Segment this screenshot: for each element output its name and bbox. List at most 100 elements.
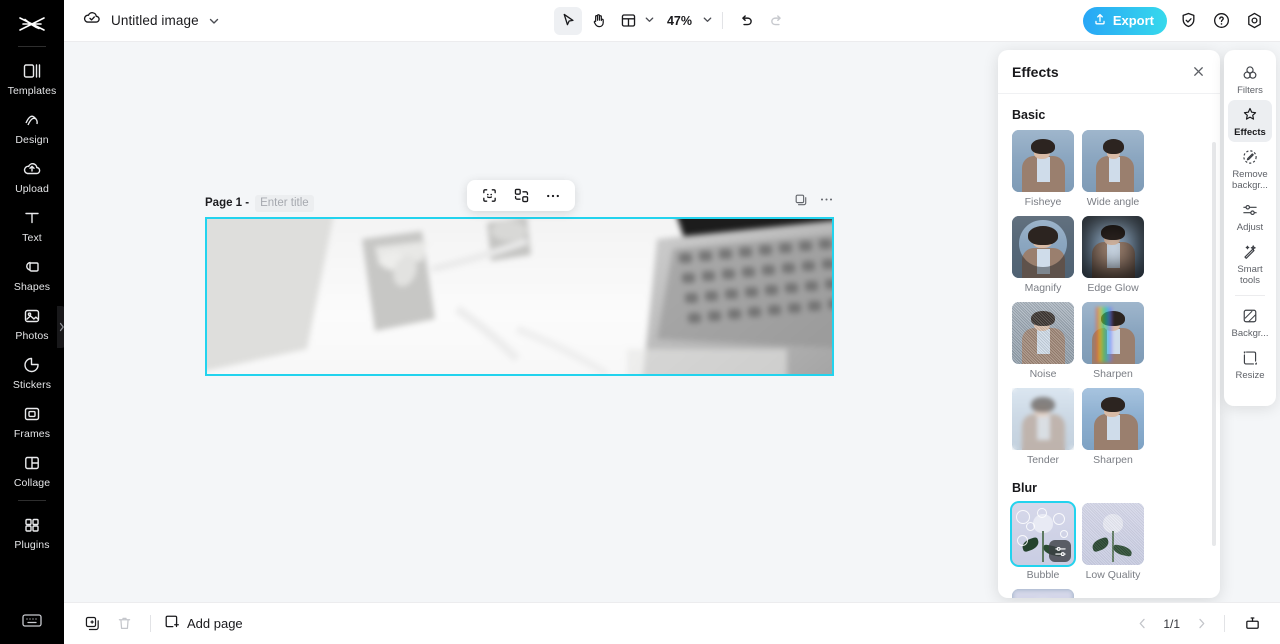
sidebar-label: Templates [7, 85, 57, 97]
effect-label: Edge Glow [1087, 282, 1139, 294]
effect-item-wide-angle[interactable]: Wide angle [1082, 130, 1144, 209]
effect-label: Wide angle [1086, 196, 1140, 208]
duplicate-icon[interactable] [78, 610, 106, 638]
adjust-icon[interactable] [1049, 540, 1071, 562]
bottom-divider-2 [1224, 615, 1225, 632]
effect-item-bubble[interactable]: Bubble [1012, 503, 1074, 582]
add-page-button[interactable]: Add page [163, 613, 243, 635]
undo-button[interactable] [732, 7, 760, 35]
effect-label: Magnify [1024, 282, 1062, 294]
right-item-resize[interactable]: Resize [1228, 343, 1272, 385]
effects-panel-scrollbar[interactable] [1212, 142, 1216, 546]
section-title-blur: Blur [1012, 481, 1037, 495]
select-tool-button[interactable] [553, 6, 582, 35]
effect-item-sharpen-2[interactable]: Sharpen [1082, 388, 1144, 467]
document-title-group[interactable]: Untitled image [82, 8, 220, 33]
chevron-left-icon[interactable] [1132, 614, 1152, 634]
capcut-logo[interactable] [12, 10, 52, 40]
right-item-smart-tools[interactable]: Smart tools [1228, 237, 1272, 290]
right-item-filters[interactable]: Filters [1228, 58, 1272, 100]
effect-item-low-quality[interactable]: Low Quality [1082, 503, 1144, 582]
chevron-down-icon[interactable] [208, 15, 220, 27]
effects-icon [1240, 105, 1260, 125]
hand-tool-button[interactable] [584, 7, 612, 35]
replace-shape-icon[interactable] [508, 183, 534, 209]
right-item-label: Effects [1234, 127, 1266, 138]
chevron-down-icon[interactable] [702, 12, 713, 30]
effects-panel-header: Effects [998, 50, 1220, 94]
sidebar-item-upload[interactable]: Upload [0, 151, 64, 200]
sidebar-item-shapes[interactable]: Shapes [0, 249, 64, 298]
sidebar-item-plugins[interactable]: Plugins [0, 507, 64, 556]
sidebar-item-templates[interactable]: Templates [0, 53, 64, 102]
right-toolbar: Filters Effects Remove backgr... Adjust … [1224, 50, 1276, 406]
text-icon [21, 207, 43, 229]
more-options-icon[interactable] [540, 183, 566, 209]
upload-icon [1093, 12, 1107, 29]
bottom-toolbar: Add page 1/1 [64, 602, 1280, 644]
rail-divider-2 [18, 500, 46, 501]
export-button[interactable]: Export [1082, 6, 1167, 35]
sidebar-item-design[interactable]: Design [0, 102, 64, 151]
canvas-image-content [207, 219, 832, 374]
section-title-basic: Basic [1012, 108, 1046, 122]
canvas-tools: 47% [553, 6, 790, 35]
right-item-background[interactable]: Backgr... [1228, 301, 1272, 343]
crop-select-icon[interactable] [476, 183, 502, 209]
canvas-image[interactable] [207, 219, 832, 374]
duplicate-page-icon[interactable] [794, 193, 808, 207]
effect-label: Fisheye [1024, 196, 1062, 208]
shield-icon[interactable] [1176, 9, 1200, 33]
bottom-right-group: 1/1 [1132, 610, 1266, 638]
effect-thumbnail [1012, 589, 1074, 598]
export-label: Export [1112, 13, 1154, 28]
effect-item-fisheye[interactable]: Fisheye [1012, 130, 1074, 209]
effect-item-noise[interactable]: Noise [1012, 302, 1074, 381]
keyboard-shortcuts-button[interactable] [19, 610, 45, 630]
sidebar-label: Collage [13, 477, 51, 489]
sidebar-item-frames[interactable]: Frames [0, 396, 64, 445]
effect-item-sharpen[interactable]: Sharpen [1082, 302, 1144, 381]
collage-icon [21, 452, 43, 474]
plugins-icon [21, 514, 43, 536]
layout-tool-button[interactable] [614, 7, 655, 35]
page-title-input[interactable]: Enter title [255, 194, 314, 212]
trash-icon[interactable] [110, 610, 138, 638]
right-item-label: Remove backgr... [1232, 169, 1268, 191]
page-canvas-frame[interactable] [205, 217, 834, 376]
effects-panel-body[interactable]: Basic Fisheye Wide angle Magnify Edge Gl… [998, 94, 1220, 598]
zoom-level[interactable]: 47% [665, 14, 694, 28]
layout-icon[interactable] [614, 7, 642, 35]
left-sidebar: Templates Design Upload Text Shapes Phot… [0, 0, 64, 644]
sidebar-item-photos[interactable]: Photos [0, 298, 64, 347]
zoom-control[interactable]: 47% [665, 12, 713, 30]
present-icon[interactable] [1238, 610, 1266, 638]
redo-button[interactable] [762, 7, 790, 35]
sidebar-label: Plugins [14, 539, 50, 551]
effect-thumbnail [1012, 503, 1074, 565]
settings-icon[interactable] [1242, 9, 1266, 33]
sidebar-item-text[interactable]: Text [0, 200, 64, 249]
smart-tools-icon [1240, 242, 1260, 262]
effect-item-blur[interactable]: Blur [1012, 589, 1074, 598]
effect-label: Low Quality [1085, 569, 1141, 581]
effects-grid-basic: Fisheye Wide angle Magnify Edge Glow Noi… [1012, 130, 1206, 467]
sidebar-item-stickers[interactable]: Stickers [0, 347, 64, 396]
toolbar-divider [722, 12, 724, 29]
chevron-down-icon[interactable] [644, 12, 655, 30]
document-title[interactable]: Untitled image [111, 13, 199, 28]
right-item-remove-background[interactable]: Remove backgr... [1228, 142, 1272, 195]
effect-item-tender[interactable]: Tender [1012, 388, 1074, 467]
chevron-right-icon[interactable] [1191, 614, 1211, 634]
effects-grid-blur: Bubble Low Quality B [1012, 503, 1206, 598]
help-icon[interactable] [1209, 9, 1233, 33]
close-icon[interactable] [1191, 64, 1206, 79]
effect-thumbnail [1012, 302, 1074, 364]
page-more-icon[interactable] [819, 192, 834, 207]
right-item-effects[interactable]: Effects [1228, 100, 1272, 142]
effect-item-edge-glow[interactable]: Edge Glow [1082, 216, 1144, 295]
sidebar-item-collage[interactable]: Collage [0, 445, 64, 494]
effect-item-magnify[interactable]: Magnify [1012, 216, 1074, 295]
right-item-adjust[interactable]: Adjust [1228, 195, 1272, 237]
shapes-icon [21, 256, 43, 278]
